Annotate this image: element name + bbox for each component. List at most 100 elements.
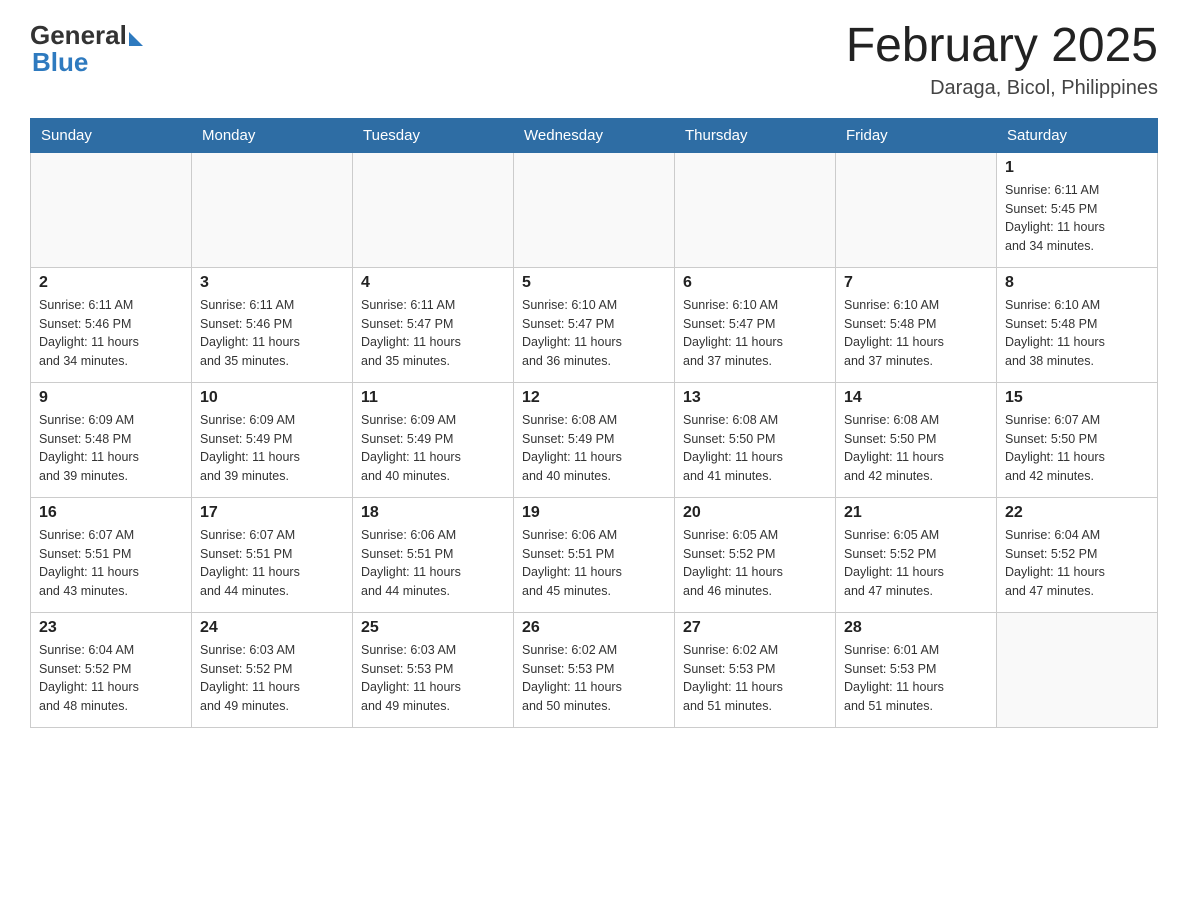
calendar-day-cell: 13Sunrise: 6:08 AMSunset: 5:50 PMDayligh… [675, 382, 836, 497]
day-number: 12 [522, 389, 666, 407]
calendar-day-cell [675, 152, 836, 267]
day-number: 2 [39, 274, 183, 292]
day-number: 20 [683, 504, 827, 522]
calendar-day-cell: 25Sunrise: 6:03 AMSunset: 5:53 PMDayligh… [353, 612, 514, 727]
day-info: Sunrise: 6:07 AMSunset: 5:50 PMDaylight:… [1005, 411, 1149, 486]
calendar-day-cell: 12 Sunrise: 6:08 AMSunset: 5:49 PMDayligh… [514, 382, 675, 497]
day-number: 17 [200, 504, 344, 522]
day-info: Sunrise: 6:04 AMSunset: 5:52 PMDaylight:… [1005, 526, 1149, 601]
calendar-table: SundayMondayTuesdayWednesdayThursdayFrid… [30, 118, 1158, 728]
calendar-day-cell: 22 Sunrise: 6:04 AMSunset: 5:52 PMDayligh… [997, 497, 1158, 612]
calendar-day-cell: 5 Sunrise: 6:10 AMSunset: 5:47 PMDaylight… [514, 267, 675, 382]
calendar-day-cell: 1 Sunrise: 6:11 AMSunset: 5:45 PMDaylight… [997, 152, 1158, 267]
day-number: 7 [844, 274, 988, 292]
day-number: 21 [844, 504, 988, 522]
calendar-day-cell: 14Sunrise: 6:08 AMSunset: 5:50 PMDayligh… [836, 382, 997, 497]
day-number: 16 [39, 504, 183, 522]
day-number: 11 [361, 389, 505, 407]
day-number: 6 [683, 274, 827, 292]
day-info: Sunrise: 6:04 AMSunset: 5:52 PMDaylight:… [39, 641, 183, 716]
day-info: Sunrise: 6:10 AMSunset: 5:47 PMDaylight:… [522, 296, 666, 371]
day-info: Sunrise: 6:05 AMSunset: 5:52 PMDaylight:… [844, 526, 988, 601]
calendar-day-header: Wednesday [514, 118, 675, 152]
calendar-header-row: SundayMondayTuesdayWednesdayThursdayFrid… [31, 118, 1158, 152]
day-info: Sunrise: 6:10 AMSunset: 5:48 PMDaylight:… [1005, 296, 1149, 371]
calendar-week-row: 2 Sunrise: 6:11 AMSunset: 5:46 PMDaylight… [31, 267, 1158, 382]
day-info: Sunrise: 6:03 AMSunset: 5:53 PMDaylight:… [361, 641, 505, 716]
day-number: 9 [39, 389, 183, 407]
day-info: Sunrise: 6:10 AMSunset: 5:48 PMDaylight:… [844, 296, 988, 371]
day-number: 26 [522, 619, 666, 637]
day-number: 3 [200, 274, 344, 292]
day-info: Sunrise: 6:01 AMSunset: 5:53 PMDaylight:… [844, 641, 988, 716]
logo: General Blue [30, 20, 143, 78]
day-number: 8 [1005, 274, 1149, 292]
calendar-week-row: 23 Sunrise: 6:04 AMSunset: 5:52 PMDayligh… [31, 612, 1158, 727]
day-info: Sunrise: 6:08 AMSunset: 5:50 PMDaylight:… [683, 411, 827, 486]
title-area: February 2025 Daraga, Bicol, Philippines [846, 20, 1158, 100]
day-info: Sunrise: 6:08 AMSunset: 5:49 PMDaylight:… [522, 411, 666, 486]
calendar-day-cell: 11 Sunrise: 6:09 AMSunset: 5:49 PMDayligh… [353, 382, 514, 497]
day-number: 19 [522, 504, 666, 522]
day-number: 24 [200, 619, 344, 637]
calendar-day-cell: 17 Sunrise: 6:07 AMSunset: 5:51 PMDayligh… [192, 497, 353, 612]
day-number: 23 [39, 619, 183, 637]
day-info: Sunrise: 6:11 AMSunset: 5:47 PMDaylight:… [361, 296, 505, 371]
calendar-day-cell: 21 Sunrise: 6:05 AMSunset: 5:52 PMDayligh… [836, 497, 997, 612]
day-info: Sunrise: 6:03 AMSunset: 5:52 PMDaylight:… [200, 641, 344, 716]
day-number: 27 [683, 619, 827, 637]
location-text: Daraga, Bicol, Philippines [846, 77, 1158, 100]
day-info: Sunrise: 6:08 AMSunset: 5:50 PMDaylight:… [844, 411, 988, 486]
calendar-week-row: 9 Sunrise: 6:09 AMSunset: 5:48 PMDaylight… [31, 382, 1158, 497]
calendar-day-cell: 8 Sunrise: 6:10 AMSunset: 5:48 PMDaylight… [997, 267, 1158, 382]
calendar-day-cell: 19 Sunrise: 6:06 AMSunset: 5:51 PMDayligh… [514, 497, 675, 612]
day-number: 1 [1005, 159, 1149, 177]
calendar-day-cell: 2 Sunrise: 6:11 AMSunset: 5:46 PMDaylight… [31, 267, 192, 382]
logo-arrow-icon [129, 32, 143, 46]
calendar-day-cell: 26 Sunrise: 6:02 AMSunset: 5:53 PMDayligh… [514, 612, 675, 727]
calendar-day-cell: 16 Sunrise: 6:07 AMSunset: 5:51 PMDayligh… [31, 497, 192, 612]
calendar-day-header: Friday [836, 118, 997, 152]
day-info: Sunrise: 6:02 AMSunset: 5:53 PMDaylight:… [522, 641, 666, 716]
calendar-day-cell: 3Sunrise: 6:11 AMSunset: 5:46 PMDaylight… [192, 267, 353, 382]
day-info: Sunrise: 6:02 AMSunset: 5:53 PMDaylight:… [683, 641, 827, 716]
calendar-day-header: Monday [192, 118, 353, 152]
calendar-day-cell: 4 Sunrise: 6:11 AMSunset: 5:47 PMDaylight… [353, 267, 514, 382]
calendar-day-cell [192, 152, 353, 267]
day-info: Sunrise: 6:07 AMSunset: 5:51 PMDaylight:… [200, 526, 344, 601]
calendar-day-cell: 7 Sunrise: 6:10 AMSunset: 5:48 PMDaylight… [836, 267, 997, 382]
calendar-day-header: Thursday [675, 118, 836, 152]
calendar-day-cell: 27 Sunrise: 6:02 AMSunset: 5:53 PMDayligh… [675, 612, 836, 727]
day-number: 4 [361, 274, 505, 292]
calendar-day-cell: 24 Sunrise: 6:03 AMSunset: 5:52 PMDayligh… [192, 612, 353, 727]
day-info: Sunrise: 6:09 AMSunset: 5:49 PMDaylight:… [361, 411, 505, 486]
calendar-week-row: 16 Sunrise: 6:07 AMSunset: 5:51 PMDayligh… [31, 497, 1158, 612]
calendar-day-cell: 20 Sunrise: 6:05 AMSunset: 5:52 PMDayligh… [675, 497, 836, 612]
calendar-day-header: Saturday [997, 118, 1158, 152]
calendar-day-cell: 6 Sunrise: 6:10 AMSunset: 5:47 PMDaylight… [675, 267, 836, 382]
page-header: General Blue February 2025 Daraga, Bicol… [30, 20, 1158, 100]
day-info: Sunrise: 6:06 AMSunset: 5:51 PMDaylight:… [522, 526, 666, 601]
day-info: Sunrise: 6:09 AMSunset: 5:49 PMDaylight:… [200, 411, 344, 486]
calendar-day-cell: 28 Sunrise: 6:01 AMSunset: 5:53 PMDayligh… [836, 612, 997, 727]
day-number: 28 [844, 619, 988, 637]
calendar-day-cell: 9 Sunrise: 6:09 AMSunset: 5:48 PMDaylight… [31, 382, 192, 497]
day-info: Sunrise: 6:07 AMSunset: 5:51 PMDaylight:… [39, 526, 183, 601]
day-info: Sunrise: 6:09 AMSunset: 5:48 PMDaylight:… [39, 411, 183, 486]
day-info: Sunrise: 6:05 AMSunset: 5:52 PMDaylight:… [683, 526, 827, 601]
day-number: 5 [522, 274, 666, 292]
day-number: 22 [1005, 504, 1149, 522]
calendar-day-cell [514, 152, 675, 267]
day-info: Sunrise: 6:06 AMSunset: 5:51 PMDaylight:… [361, 526, 505, 601]
calendar-day-cell: 18Sunrise: 6:06 AMSunset: 5:51 PMDayligh… [353, 497, 514, 612]
day-info: Sunrise: 6:11 AMSunset: 5:45 PMDaylight:… [1005, 181, 1149, 256]
calendar-week-row: 1 Sunrise: 6:11 AMSunset: 5:45 PMDaylight… [31, 152, 1158, 267]
logo-blue-text: Blue [32, 47, 88, 78]
day-number: 10 [200, 389, 344, 407]
day-info: Sunrise: 6:10 AMSunset: 5:47 PMDaylight:… [683, 296, 827, 371]
calendar-day-cell: 10 Sunrise: 6:09 AMSunset: 5:49 PMDayligh… [192, 382, 353, 497]
calendar-day-cell [836, 152, 997, 267]
day-info: Sunrise: 6:11 AMSunset: 5:46 PMDaylight:… [39, 296, 183, 371]
calendar-day-cell [997, 612, 1158, 727]
calendar-day-cell [353, 152, 514, 267]
